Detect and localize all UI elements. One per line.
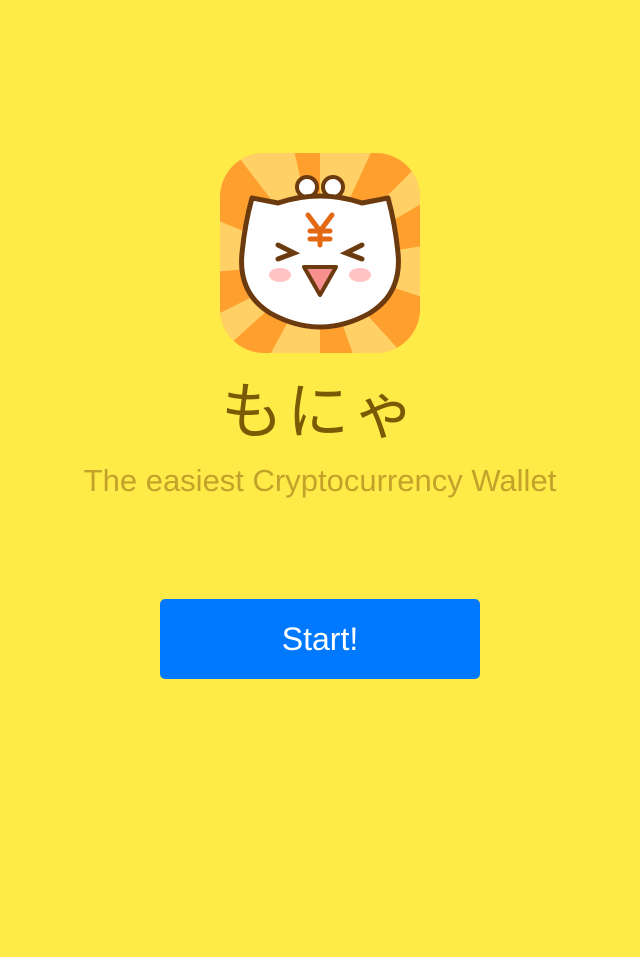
cat-mascot-icon [220, 153, 420, 353]
app-tagline: The easiest Cryptocurrency Wallet [83, 463, 557, 498]
welcome-screen: もにゃ The easiest Cryptocurrency Wallet St… [0, 0, 640, 957]
app-title: もにゃ [220, 375, 419, 448]
start-button[interactable]: Start! [160, 599, 480, 679]
